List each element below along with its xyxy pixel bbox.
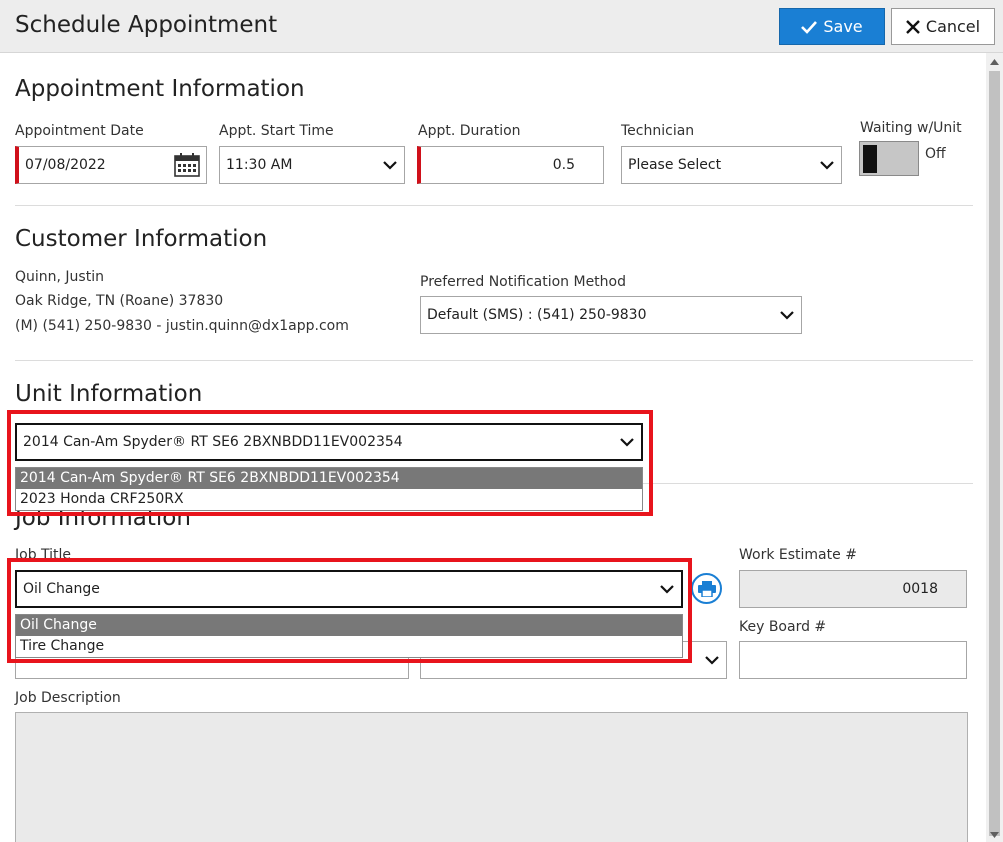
unit-option[interactable]: 2023 Honda CRF250RX [16, 489, 642, 510]
duration-field[interactable]: 0.5 [417, 146, 604, 184]
toggle-knob [863, 145, 877, 173]
chevron-down-icon [820, 161, 834, 170]
cancel-button-label: Cancel [925, 17, 981, 36]
dialog-header: Schedule Appointment Save Cancel [0, 0, 1003, 53]
chevron-down-icon [780, 311, 794, 320]
work-estimate-value: 0018 [902, 581, 938, 597]
divider [15, 360, 973, 361]
job-option[interactable]: Tire Change [16, 636, 682, 657]
print-icon [697, 580, 716, 597]
check-icon [801, 20, 818, 34]
customer-name: Quinn, Justin [15, 269, 104, 285]
unit-section-title: Unit Information [15, 381, 203, 407]
unit-option[interactable]: 2014 Can-Am Spyder® RT SE6 2BXNBDD11EV00… [16, 468, 642, 489]
start-time-label: Appt. Start Time [219, 123, 334, 139]
job-description-label: Job Description [15, 690, 121, 706]
job-title-value: Oil Change [23, 581, 100, 597]
customer-section-title: Customer Information [15, 226, 268, 252]
job-description-input[interactable] [15, 712, 968, 842]
scrollbar[interactable] [986, 53, 1003, 842]
job-title-select[interactable]: Oil Change [15, 570, 683, 608]
scroll-down-icon[interactable] [986, 828, 1003, 842]
keyboard-label: Key Board # [739, 619, 827, 635]
start-time-value: 11:30 AM [226, 157, 293, 173]
chevron-down-icon [620, 438, 634, 447]
technician-select[interactable]: Please Select [621, 146, 842, 184]
technician-label: Technician [621, 123, 695, 139]
work-estimate-label: Work Estimate # [739, 547, 857, 563]
close-icon [906, 19, 920, 34]
unit-select[interactable]: 2014 Can-Am Spyder® RT SE6 2BXNBDD11EV00… [15, 423, 643, 461]
appointment-date-value: 07/08/2022 [25, 157, 106, 173]
scrollbar-thumb[interactable] [989, 71, 1000, 836]
customer-contact: (M) (541) 250-9830 - justin.quinn@dx1app… [15, 318, 349, 334]
scroll-up-icon[interactable] [986, 55, 1003, 69]
job-option[interactable]: Oil Change [16, 615, 682, 636]
waiting-label: Waiting w/Unit [860, 120, 962, 136]
chevron-down-icon [660, 585, 674, 594]
start-time-select[interactable]: 11:30 AM [219, 146, 405, 184]
technician-value: Please Select [628, 157, 722, 173]
unit-select-value: 2014 Can-Am Spyder® RT SE6 2BXNBDD11EV00… [23, 434, 403, 450]
waiting-toggle[interactable] [859, 141, 919, 176]
work-estimate-field: 0018 [739, 570, 967, 608]
cancel-button[interactable]: Cancel [891, 8, 995, 45]
divider [15, 205, 973, 206]
save-button-label: Save [823, 17, 863, 36]
notification-value: Default (SMS) : (541) 250-9830 [427, 307, 647, 323]
customer-address: Oak Ridge, TN (Roane) 37830 [15, 293, 224, 309]
appointment-date-label: Appointment Date [15, 123, 144, 139]
chevron-down-icon [705, 656, 719, 665]
waiting-state: Off [925, 146, 946, 162]
save-button[interactable]: Save [779, 8, 885, 45]
appointment-section-title: Appointment Information [15, 76, 305, 102]
dialog-title: Schedule Appointment [15, 12, 278, 38]
print-button[interactable] [691, 573, 722, 604]
duration-label: Appt. Duration [418, 123, 521, 139]
calendar-icon[interactable] [174, 153, 200, 177]
notification-label: Preferred Notification Method [420, 274, 626, 290]
duration-value: 0.5 [552, 157, 575, 173]
chevron-down-icon [383, 161, 397, 170]
job-options-list: Oil Change Tire Change [15, 614, 683, 658]
notification-select[interactable]: Default (SMS) : (541) 250-9830 [420, 296, 802, 334]
keyboard-field[interactable] [739, 641, 967, 679]
appointment-date-field[interactable]: 07/08/2022 [15, 146, 207, 184]
unit-options-list: 2014 Can-Am Spyder® RT SE6 2BXNBDD11EV00… [15, 467, 643, 511]
